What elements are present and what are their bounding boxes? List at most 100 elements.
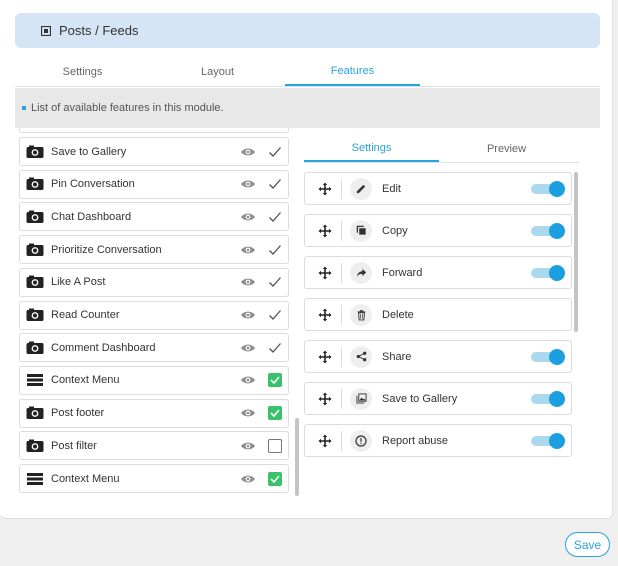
camera-icon [25, 242, 45, 258]
save-button[interactable]: Save [565, 532, 610, 557]
camera-icon [25, 307, 45, 323]
toggle-knob [549, 390, 565, 407]
right-tab-bar: Settings Preview [304, 135, 579, 163]
divider [341, 220, 342, 241]
action-row[interactable]: Copy [304, 214, 572, 247]
toggle-knob [549, 222, 565, 239]
tab-features[interactable]: Features [285, 58, 420, 86]
eye-icon[interactable] [239, 407, 257, 419]
tab-settings[interactable]: Settings [15, 58, 150, 86]
checkmark-icon[interactable] [268, 210, 282, 224]
eye-icon[interactable] [239, 309, 257, 321]
tab-preview[interactable]: Preview [439, 135, 574, 162]
list-item[interactable]: Read Counter [19, 300, 289, 330]
drag-handle-icon[interactable] [317, 349, 333, 365]
action-row[interactable]: Delete [304, 298, 572, 331]
list-item[interactable]: Post footer [19, 398, 289, 428]
divider [341, 262, 342, 283]
camera-icon [25, 438, 45, 454]
info-bar: List of available features in this modul… [15, 88, 600, 128]
top-tab-bar: Settings Layout Features [15, 58, 600, 87]
tab-layout[interactable]: Layout [150, 58, 285, 86]
actions-list-scrollbar[interactable] [574, 172, 579, 464]
checkbox-checked[interactable] [268, 373, 282, 388]
action-label: Edit [382, 182, 401, 195]
action-row[interactable]: Share [304, 340, 572, 373]
drag-handle-icon[interactable] [317, 391, 333, 407]
drag-handle-icon[interactable] [317, 307, 333, 323]
list-item[interactable]: Post filter [19, 431, 289, 461]
eye-icon[interactable] [239, 374, 257, 386]
checkmark-icon[interactable] [268, 275, 282, 289]
divider [341, 430, 342, 451]
feature-label: Read Counter [51, 309, 120, 321]
list-item[interactable]: Context Menu [19, 464, 289, 493]
checkmark-icon[interactable] [268, 177, 282, 191]
toggle-switch[interactable] [531, 432, 565, 449]
feature-label: Save to Gallery [51, 145, 127, 158]
checkmark-icon[interactable] [268, 308, 282, 322]
drag-handle-icon[interactable] [317, 223, 333, 239]
toggle-knob [549, 180, 565, 197]
tab-right-settings[interactable]: Settings [304, 135, 439, 162]
action-row[interactable]: Report abuse [304, 424, 572, 457]
module-header: Posts / Feeds [15, 13, 600, 48]
eye-icon[interactable] [239, 276, 257, 288]
forward-icon [350, 261, 372, 284]
pencil-icon [350, 177, 372, 200]
toggle-switch[interactable] [531, 222, 565, 239]
list-item[interactable]: Pin Conversation [19, 169, 289, 199]
feature-label: Chat Dashboard [51, 210, 132, 223]
action-label: Delete [382, 308, 414, 321]
eye-icon[interactable] [239, 146, 257, 158]
toggle-knob [549, 264, 565, 281]
list-item[interactable]: Chat Dashboard [19, 202, 289, 232]
menu-icon [25, 471, 45, 487]
menu-icon [25, 372, 45, 388]
list-item[interactable]: Save to Gallery [19, 137, 289, 166]
checkbox-unchecked[interactable] [268, 438, 282, 453]
camera-icon [25, 405, 45, 421]
info-text: List of available features in this modul… [31, 102, 224, 114]
divider [341, 304, 342, 325]
checkbox-checked[interactable] [268, 406, 282, 421]
drag-handle-icon[interactable] [317, 265, 333, 281]
eye-icon[interactable] [239, 244, 257, 256]
camera-icon [25, 274, 45, 290]
module-panel: Posts / Feeds Settings Layout Features L… [0, 0, 613, 519]
eye-icon[interactable] [239, 211, 257, 223]
toggle-switch[interactable] [531, 264, 565, 281]
eye-icon[interactable] [239, 342, 257, 354]
checkmark-icon[interactable] [268, 243, 282, 257]
features-list-scrollbar[interactable] [295, 418, 299, 496]
camera-icon [25, 340, 45, 356]
list-item[interactable]: Comment Dashboard [19, 333, 289, 363]
eye-icon[interactable] [239, 440, 257, 452]
toggle-switch[interactable] [531, 348, 565, 365]
drag-handle-icon[interactable] [317, 433, 333, 449]
action-row[interactable]: Edit [304, 172, 572, 205]
camera-icon [25, 144, 45, 160]
eye-icon[interactable] [239, 178, 257, 190]
feature-label: Post filter [51, 439, 97, 452]
list-item[interactable]: Context Menu [19, 365, 289, 395]
gallery-icon [350, 387, 372, 410]
action-row[interactable]: Save to Gallery [304, 382, 572, 415]
checkmark-icon[interactable] [268, 341, 282, 355]
copy-icon [350, 219, 372, 242]
module-title: Posts / Feeds [59, 23, 139, 38]
toggle-switch[interactable] [531, 390, 565, 407]
features-list: Save to Gallery Pin Conversation Chat Dash… [19, 128, 289, 498]
list-item[interactable]: Prioritize Conversation [19, 235, 289, 265]
action-row[interactable]: Forward [304, 256, 572, 289]
eye-icon[interactable] [239, 473, 257, 485]
toggle-switch[interactable] [531, 180, 565, 197]
drag-handle-icon[interactable] [317, 181, 333, 197]
checkbox-checked[interactable] [268, 471, 282, 486]
actions-scroll-thumb[interactable] [574, 172, 578, 332]
checkmark-icon[interactable] [268, 145, 282, 159]
list-item[interactable]: Like A Post [19, 267, 289, 297]
feature-label: Context Menu [51, 472, 120, 485]
camera-icon [25, 209, 45, 225]
camera-icon [25, 176, 45, 192]
